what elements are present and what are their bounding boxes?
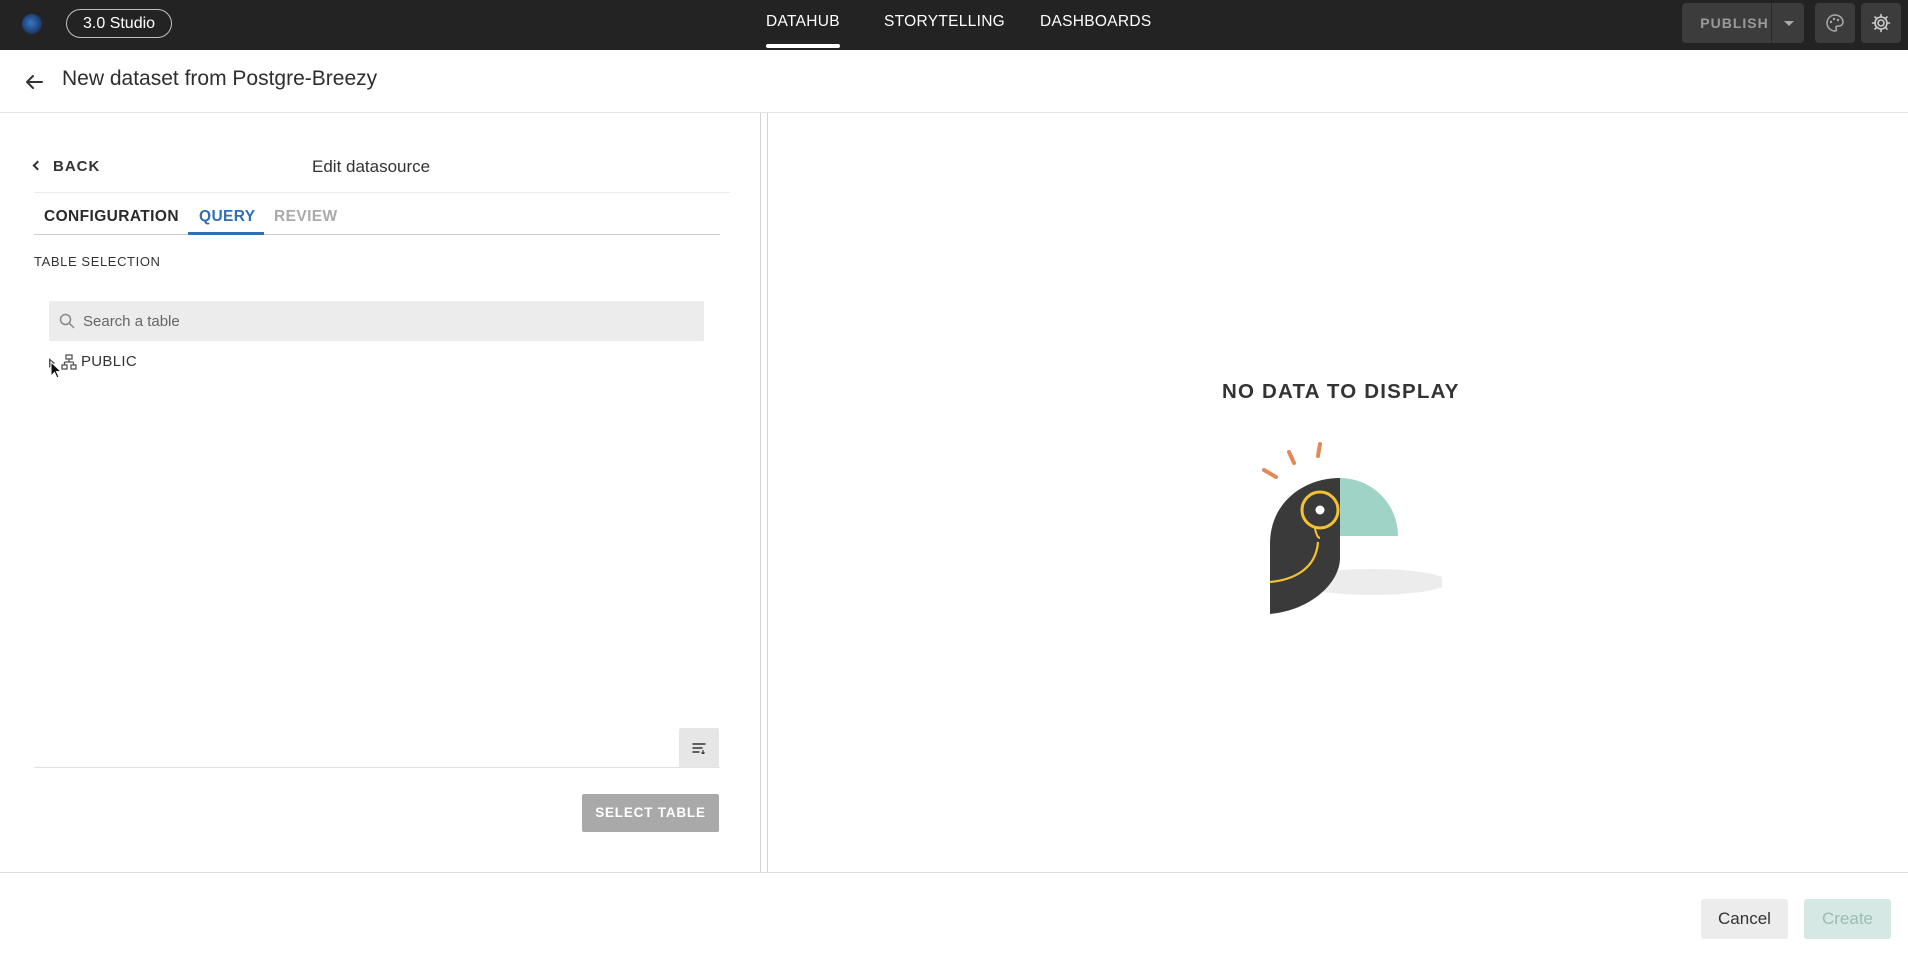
chevron-down-icon [1784, 21, 1794, 26]
chevron-left-icon [32, 160, 43, 171]
search-icon [59, 313, 75, 329]
empty-state-bird-illustration [1262, 442, 1442, 614]
datasource-panel [0, 113, 760, 872]
publish-dropdown-button[interactable] [1771, 3, 1804, 43]
settings-button[interactable] [1861, 3, 1901, 43]
panel-title: Edit datasource [312, 157, 431, 176]
search-input[interactable] [83, 301, 683, 341]
section-label: TABLE SELECTION [34, 254, 161, 269]
tabs-divider [34, 234, 720, 235]
tree-item-label: PUBLIC [81, 353, 137, 370]
active-tab-indicator [188, 232, 264, 235]
gear-icon [1871, 13, 1891, 33]
cancel-button[interactable]: Cancel [1701, 899, 1788, 939]
back-label: BACK [53, 158, 101, 175]
nav-dashboards[interactable]: DASHBOARDS [1040, 0, 1152, 50]
divider [34, 767, 720, 768]
nav-storytelling[interactable]: STORYTELLING [884, 0, 1005, 50]
tab-review: REVIEW [274, 208, 338, 225]
studio-badge[interactable]: 3.0 Studio [66, 9, 173, 38]
table-search[interactable] [49, 301, 704, 341]
top-bar: 3.0 Studio DATAHUB STORYTELLING DASHBOAR… [0, 0, 1908, 50]
panel-resize-handle[interactable] [760, 113, 768, 872]
filter-list-icon [692, 743, 706, 754]
page-title: New dataset from Postgre-Breezy [62, 67, 378, 90]
schema-icon [61, 354, 77, 370]
create-button: Create [1804, 899, 1891, 939]
mouse-cursor-icon [50, 361, 62, 379]
select-table-button[interactable]: SELECT TABLE [582, 794, 719, 832]
app-logo[interactable] [22, 14, 42, 34]
nav-datahub[interactable]: DATAHUB [752, 0, 854, 50]
back-link[interactable]: BACK [32, 158, 101, 175]
theme-button[interactable] [1815, 3, 1855, 43]
footer-bar [0, 872, 1908, 956]
filter-button[interactable] [679, 728, 719, 768]
palette-icon [1826, 14, 1844, 32]
divider [34, 192, 730, 193]
tab-query[interactable]: QUERY [199, 208, 256, 226]
tab-configuration[interactable]: CONFIGURATION [44, 208, 179, 226]
back-arrow-icon[interactable] [22, 70, 46, 94]
empty-state-message: NO DATA TO DISPLAY [1222, 380, 1460, 403]
